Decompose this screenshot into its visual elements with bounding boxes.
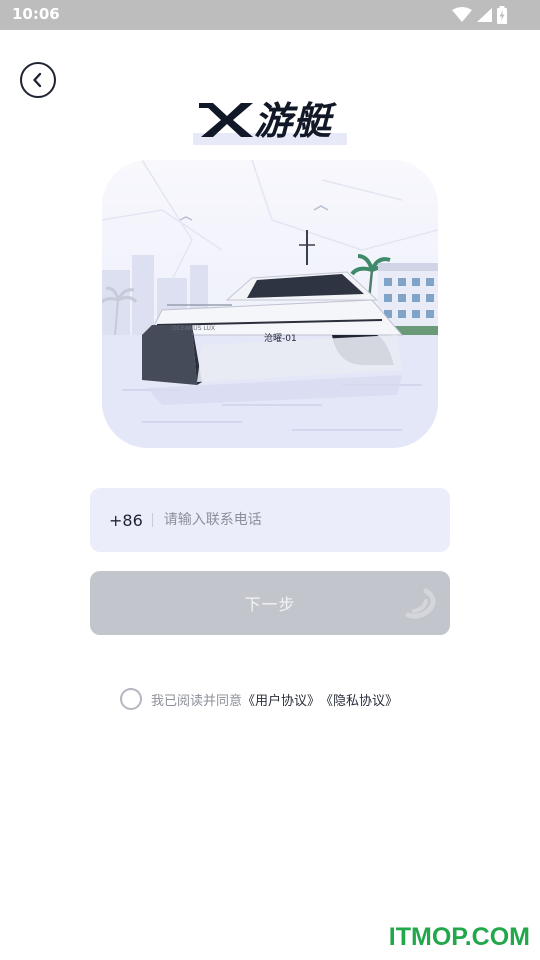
privacy-policy-link[interactable]: 《隐私协议》 — [320, 690, 398, 709]
agree-radio[interactable] — [120, 688, 142, 710]
signal-icon — [477, 8, 492, 22]
battery-icon — [497, 6, 507, 24]
status-time: 10:06 — [12, 5, 60, 23]
country-code[interactable]: +86 — [109, 511, 143, 530]
yacht-illustration: OCEANUS LUX 沧曜-01 — [102, 160, 438, 448]
hero-illustration: OCEANUS LUX 沧曜-01 — [102, 160, 438, 448]
logo-x-mark — [199, 103, 253, 137]
next-step-button[interactable]: 下一步 — [90, 571, 450, 635]
hull-text: OCEANUS LUX — [172, 325, 215, 332]
logo-text: 游艇 — [254, 99, 333, 143]
chevron-left-icon — [33, 72, 42, 88]
divider — [151, 513, 153, 527]
swirl-decoration-icon — [405, 588, 436, 619]
boat-name-text: 沧曜-01 — [264, 332, 297, 344]
app-logo: 游艇 — [193, 97, 347, 147]
wifi-icon — [452, 7, 472, 22]
status-icons — [452, 5, 508, 25]
agreement-text: 我已阅读并同意 — [151, 693, 243, 709]
watermark: ITMOP.COM — [388, 923, 530, 951]
user-agreement-link[interactable]: 《用户协议》 — [242, 690, 320, 709]
back-button[interactable] — [20, 62, 56, 98]
status-bar: 10:06 — [0, 0, 540, 30]
next-step-label: 下一步 — [244, 595, 296, 614]
phone-input[interactable] — [161, 511, 416, 529]
phone-input-row[interactable]: +86 — [90, 488, 450, 552]
agreement-row: 我已阅读并同意 《用户协议》 《隐私协议》 — [120, 686, 398, 712]
